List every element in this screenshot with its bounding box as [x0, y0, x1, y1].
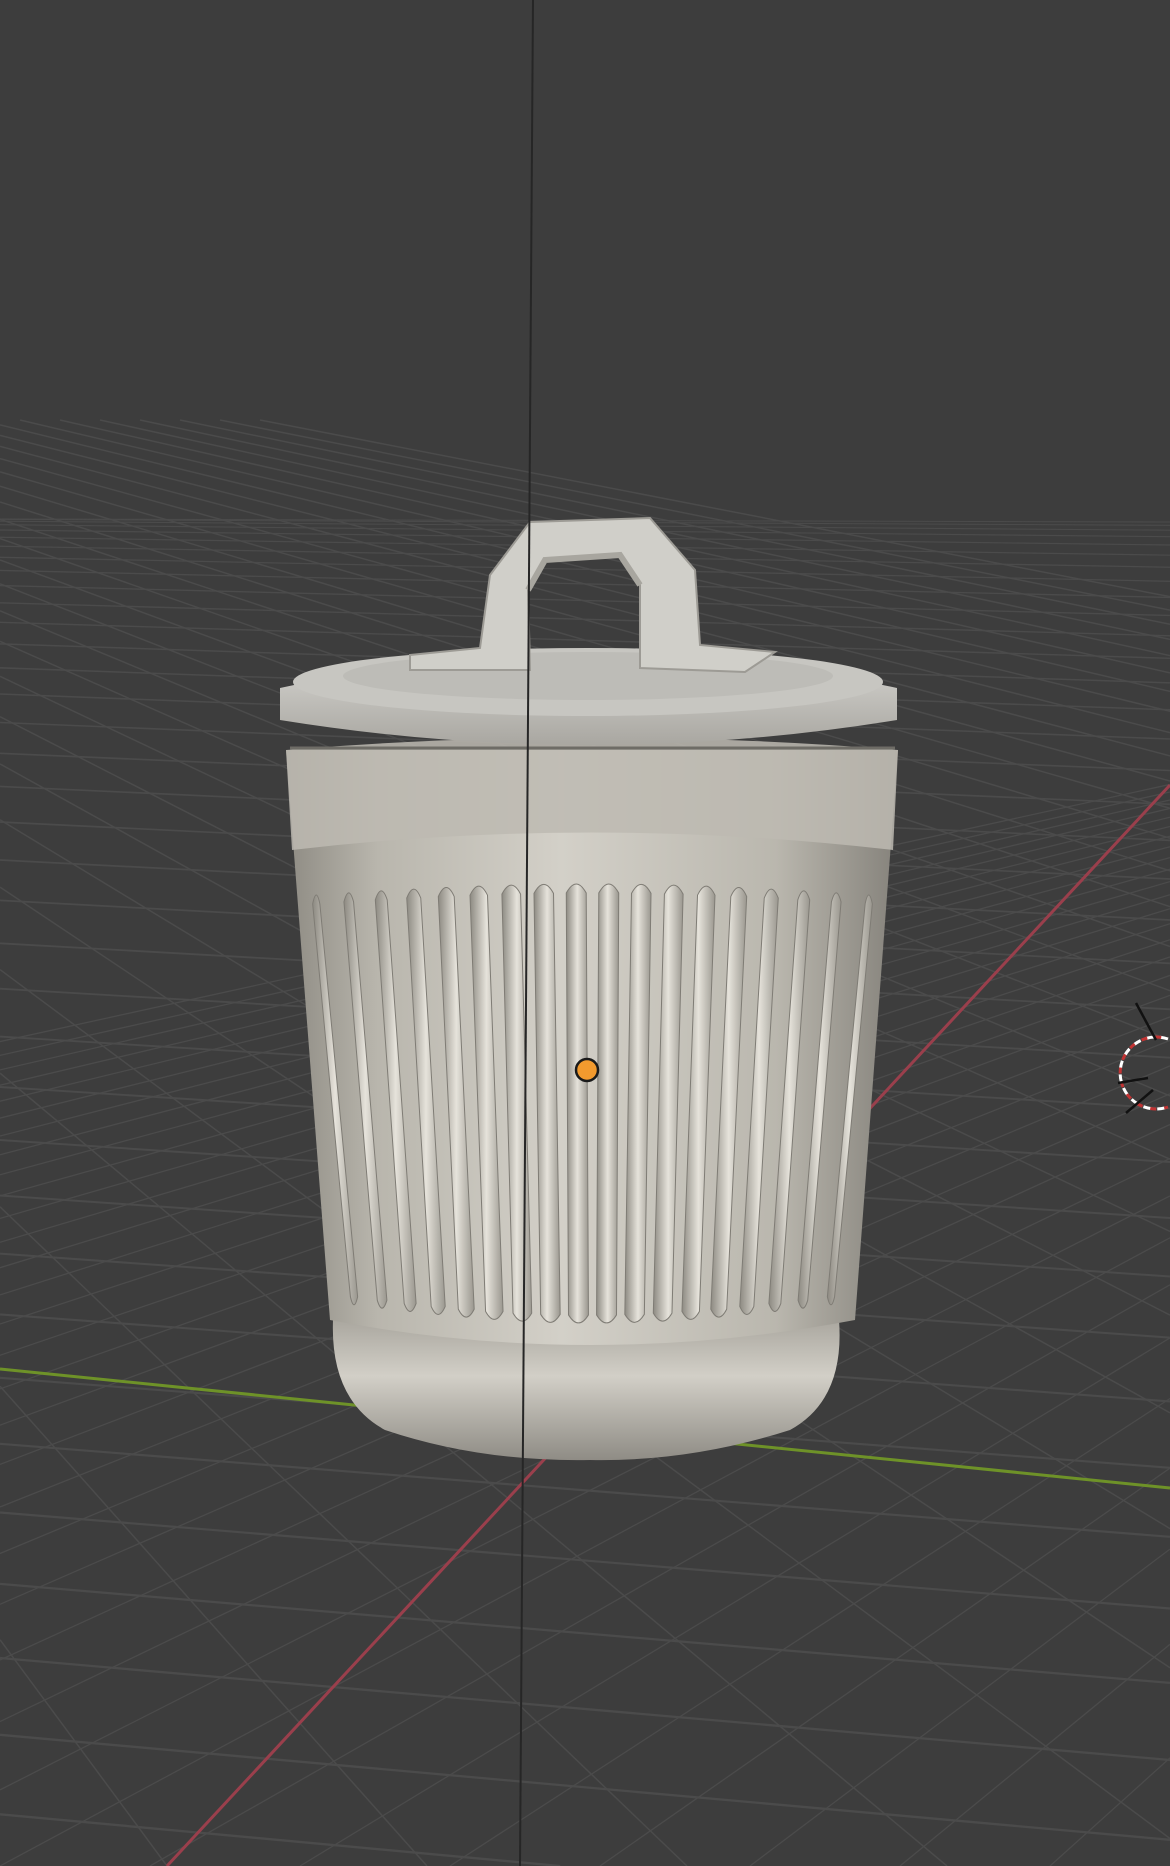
grid-line — [0, 1733, 1170, 1841]
grid-line — [0, 1813, 561, 1866]
grid-line — [0, 1511, 1170, 1610]
grid-line — [0, 1639, 168, 1866]
viewport-canvas[interactable] — [0, 0, 1170, 1866]
rib — [596, 883, 620, 1324]
grid-line — [0, 1582, 1170, 1685]
grid-line — [1049, 1757, 1170, 1866]
origin-dot-icon[interactable] — [574, 1057, 600, 1083]
rib — [565, 883, 589, 1324]
trash-can[interactable] — [280, 516, 898, 1461]
grid-line — [899, 1643, 1170, 1866]
3d-viewport[interactable] — [0, 0, 1170, 1866]
grid-line — [599, 1467, 1170, 1866]
grid-line — [0, 1385, 428, 1866]
grid-line — [749, 1548, 1170, 1866]
grid-line — [449, 1397, 1170, 1866]
